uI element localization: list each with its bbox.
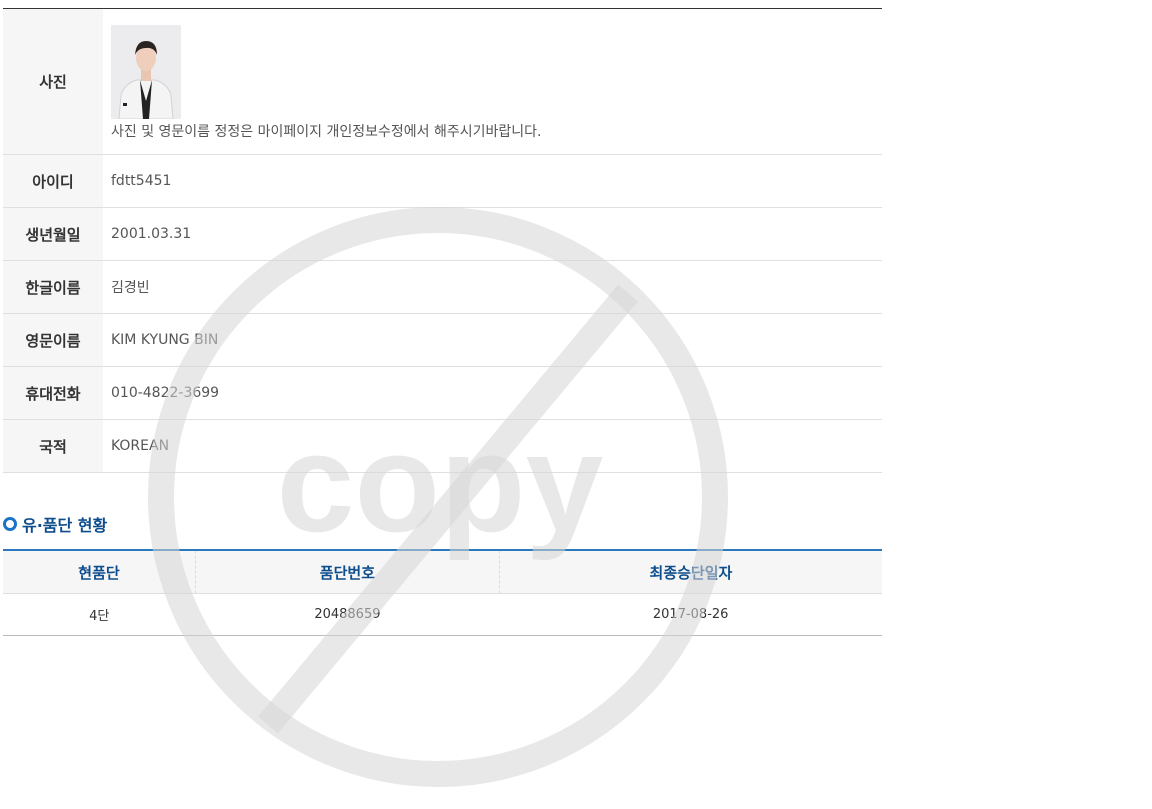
profile-section: 사진 사진 및 영문이름 정정은 마이페이지 개인정보수정에서 해주시기바랍니다… [3,8,882,473]
id-label: 아이디 [3,154,103,208]
photo-cell: 사진 및 영문이름 정정은 마이페이지 개인정보수정에서 해주시기바랍니다. [103,8,882,155]
photo-notice: 사진 및 영문이름 정정은 마이페이지 개인정보수정에서 해주시기바랍니다. [111,123,542,140]
english-name-label: 영문이름 [3,313,103,367]
grade-number-value: 20488659 [195,593,500,636]
id-value: fdtt5451 [103,154,882,208]
grade-col-current: 현품단 [3,550,196,594]
profile-photo [111,24,181,119]
bullet-ring-icon [3,517,17,531]
profile-row-nationality: 국적 KOREAN [3,419,882,473]
grade-table-header: 현품단 품단번호 최종승단일자 [3,550,882,594]
grade-col-number: 품단번호 [194,550,500,594]
birthdate-label: 생년월일 [3,207,103,261]
profile-row-birthdate: 생년월일 2001.03.31 [3,207,882,261]
english-name-value: KIM KYUNG BIN [103,313,882,367]
nationality-label: 국적 [3,419,103,473]
profile-row-korean-name: 한글이름 김경빈 [3,260,882,314]
grade-table: 현품단 품단번호 최종승단일자 4단 20488659 2017-08-26 [3,549,882,636]
profile-row-id: 아이디 fdtt5451 [3,154,882,208]
profile-row-photo: 사진 사진 및 영문이름 정정은 마이페이지 개인정보수정에서 해주시기바랍니다… [3,8,882,155]
korean-name-value: 김경빈 [103,260,882,314]
table-row: 4단 20488659 2017-08-26 [3,593,882,636]
profile-table: 사진 사진 및 영문이름 정정은 마이페이지 개인정보수정에서 해주시기바랍니다… [3,8,882,473]
grade-section-title: 유·품단 현황 [3,512,107,536]
grade-date-value: 2017-08-26 [499,593,882,636]
grade-col-date: 최종승단일자 [498,550,882,594]
grade-section-title-text: 유·품단 현황 [22,516,108,535]
profile-row-english-name: 영문이름 KIM KYUNG BIN [3,313,882,367]
phone-label: 휴대전화 [3,366,103,420]
nationality-value: KOREAN [103,419,882,473]
profile-row-phone: 휴대전화 010-4822-3699 [3,366,882,420]
korean-name-label: 한글이름 [3,260,103,314]
birthdate-value: 2001.03.31 [103,207,882,261]
phone-value: 010-4822-3699 [103,366,882,420]
photo-label: 사진 [3,8,103,155]
grade-current-value: 4단 [3,593,196,636]
